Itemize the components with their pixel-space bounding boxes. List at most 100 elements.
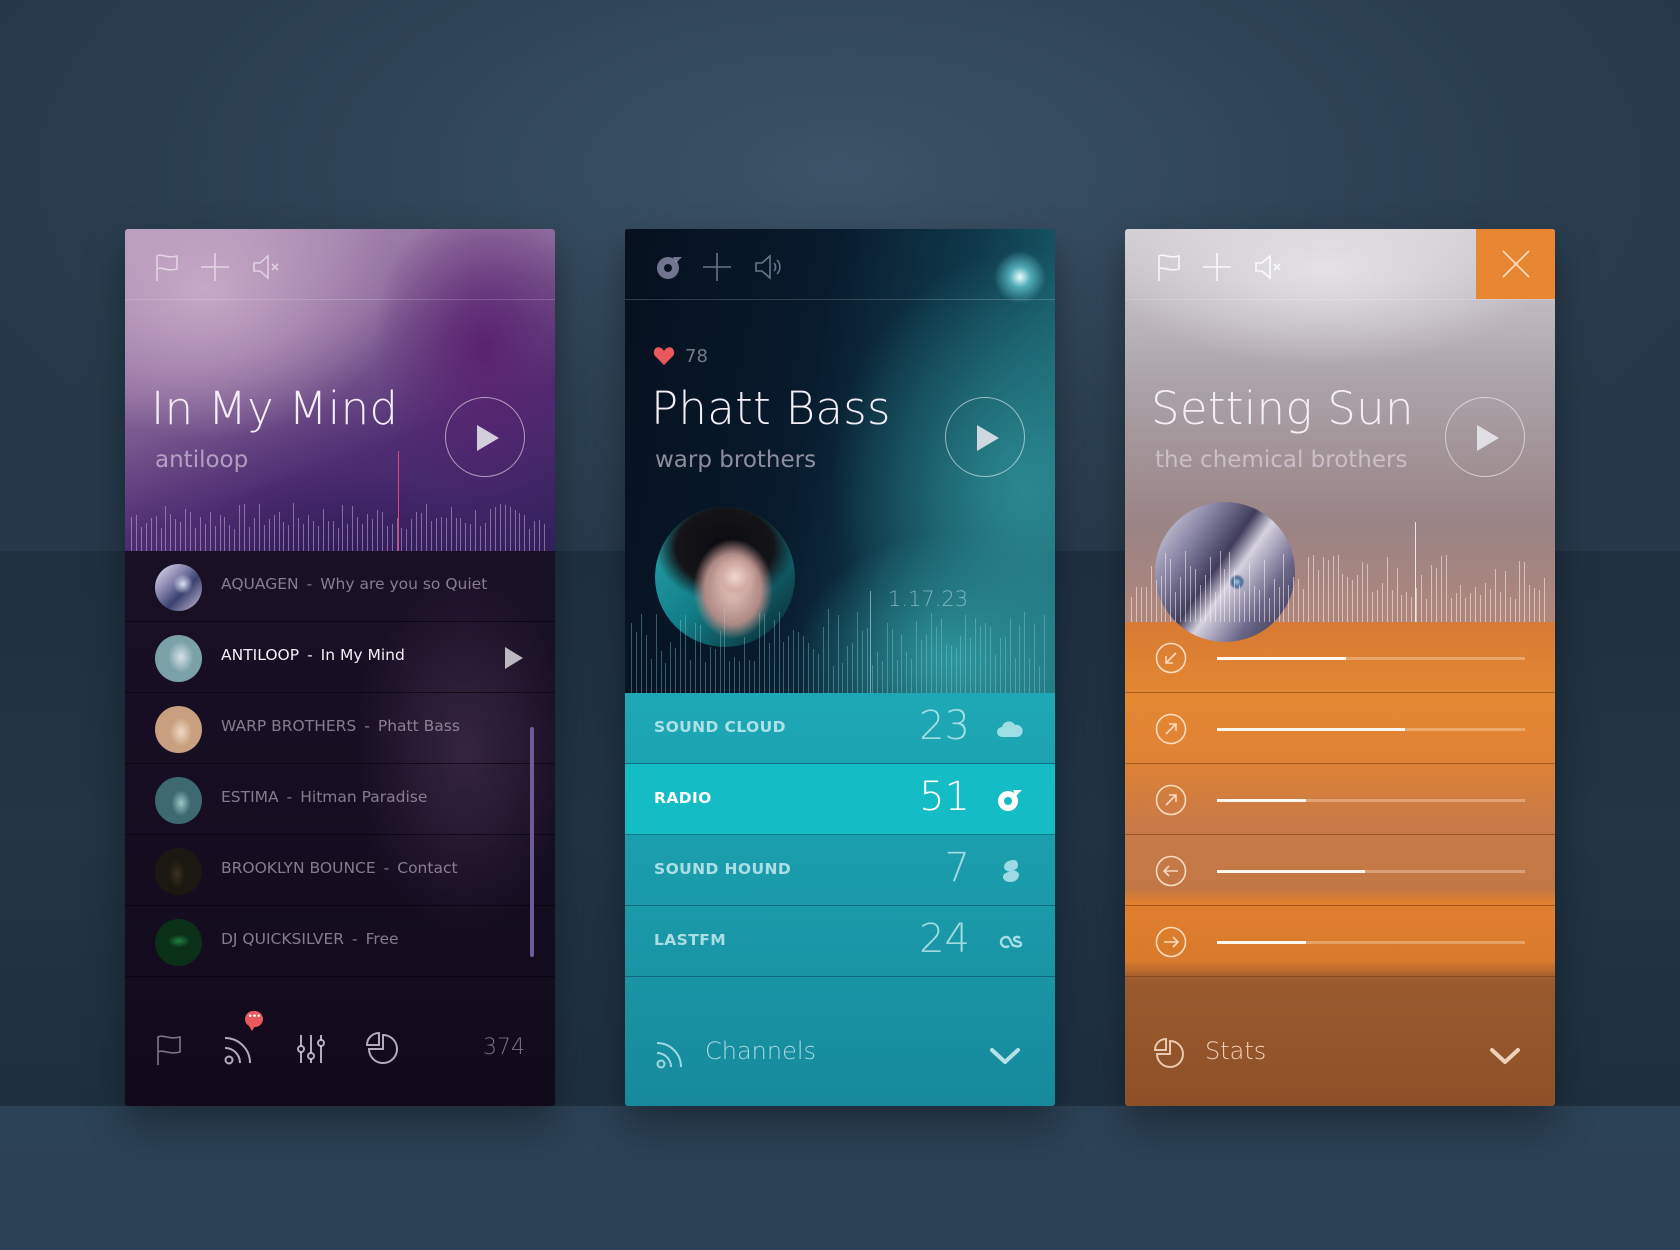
arrow-down-left-icon[interactable] <box>1155 642 1187 674</box>
equalizer-slider[interactable] <box>1217 941 1525 944</box>
playlist-item[interactable]: AQUAGEN - Why are you so Quiet <box>125 551 555 622</box>
arrow-up-right-icon[interactable] <box>1155 713 1187 745</box>
waveform-bar <box>1337 555 1339 622</box>
arrow-up-right-icon[interactable] <box>1155 784 1187 816</box>
track-name: DJ QUICKSILVER - Free <box>221 930 399 948</box>
play-icon <box>477 425 499 451</box>
heart-icon[interactable] <box>653 346 675 366</box>
playlist-item[interactable]: BROOKLYN BOUNCE - Contact <box>125 835 555 906</box>
waveform-bar <box>421 513 423 551</box>
play-button[interactable] <box>445 397 525 477</box>
plus-icon[interactable] <box>701 251 733 283</box>
plus-icon[interactable] <box>199 251 231 283</box>
waveform-bar <box>808 643 810 693</box>
track-title: In My Mind <box>151 382 399 435</box>
track-artist-name: ESTIMA <box>221 788 279 806</box>
playback-time: 1.17.23 <box>888 587 969 611</box>
flag-icon[interactable] <box>151 251 183 283</box>
mute-icon[interactable] <box>1253 251 1285 283</box>
waveform-bar <box>160 528 162 551</box>
waveform-bar <box>485 523 487 551</box>
source-item[interactable]: LASTFM 24 <box>625 906 1055 977</box>
waveform-bar <box>1170 559 1172 622</box>
play-icon[interactable] <box>505 647 523 669</box>
mute-icon[interactable] <box>251 251 283 283</box>
playhead-marker[interactable] <box>398 451 399 551</box>
volume-icon[interactable] <box>753 251 785 283</box>
card-header <box>1125 229 1555 299</box>
waveform-bar <box>1234 570 1236 622</box>
waveform-bar <box>670 642 672 693</box>
waveform-bar <box>832 666 834 693</box>
stats-footer[interactable]: Stats <box>1125 991 1555 1106</box>
slider-fill <box>1217 799 1307 802</box>
chevron-down-icon[interactable] <box>988 1041 1022 1071</box>
waveform-bar <box>450 507 452 551</box>
waveform-bar <box>749 660 751 693</box>
waveform-bar <box>1485 583 1487 622</box>
playlist-item[interactable]: DJ QUICKSILVER - Free <box>125 906 555 977</box>
waveform[interactable] <box>625 603 1055 693</box>
source-item[interactable]: SOUND HOUND 7 <box>625 835 1055 906</box>
slider-fill <box>1217 870 1365 873</box>
waveform-bar <box>783 642 785 693</box>
equalizer-icon[interactable] <box>293 1031 329 1067</box>
flag-icon[interactable] <box>1153 251 1185 283</box>
radio-icon[interactable] <box>653 251 685 283</box>
track-song-name: Free <box>365 930 399 948</box>
close-icon <box>1501 250 1530 278</box>
equalizer-slider[interactable] <box>1217 870 1525 873</box>
waveform-bar <box>376 510 378 551</box>
waveform-bar <box>744 637 746 693</box>
channels-footer[interactable]: Channels <box>625 991 1055 1106</box>
rss-icon[interactable] <box>221 1031 257 1067</box>
header-divider <box>125 299 555 300</box>
equalizer-row <box>1125 835 1555 906</box>
source-item[interactable]: SOUND CLOUD 23 <box>625 693 1055 764</box>
waveform-bar <box>660 651 662 693</box>
waveform-bar <box>1347 577 1349 622</box>
equalizer-slider[interactable] <box>1217 799 1525 802</box>
track-name: ESTIMA - Hitman Paradise <box>221 788 427 806</box>
waveform-bar <box>1219 551 1221 622</box>
waveform-bar <box>886 623 888 693</box>
stats-icon[interactable] <box>365 1031 401 1067</box>
play-button[interactable] <box>945 397 1025 477</box>
waveform-bar <box>1199 585 1201 622</box>
flag-icon[interactable] <box>151 1031 187 1067</box>
waveform-bar <box>253 518 255 551</box>
arrow-left-icon[interactable] <box>1155 855 1187 887</box>
source-label: SOUND HOUND <box>654 860 792 878</box>
waveform-bar <box>975 618 977 693</box>
waveform[interactable] <box>125 491 555 551</box>
track-avatar <box>155 777 202 824</box>
source-count: 23 <box>919 703 970 749</box>
waveform[interactable] <box>1125 547 1555 622</box>
playlist-scrollbar[interactable] <box>530 727 534 957</box>
play-button[interactable] <box>1445 397 1525 477</box>
stats-icon <box>1153 1037 1187 1071</box>
waveform-bar <box>534 521 536 551</box>
playlist-item[interactable]: ANTILOOP - In My Mind <box>125 622 555 693</box>
waveform-bar <box>332 521 334 551</box>
source-label: SOUND CLOUD <box>654 718 786 736</box>
waveform-bar <box>1514 599 1516 622</box>
equalizer-slider[interactable] <box>1217 728 1525 731</box>
plus-icon[interactable] <box>1201 251 1233 283</box>
waveform-bar <box>862 631 864 693</box>
close-button[interactable] <box>1476 229 1555 299</box>
playhead-marker[interactable] <box>870 591 871 693</box>
playlist-item[interactable]: ESTIMA - Hitman Paradise <box>125 764 555 835</box>
arrow-right-icon[interactable] <box>1155 926 1187 958</box>
chevron-down-icon[interactable] <box>1488 1041 1522 1071</box>
source-item[interactable]: RADIO 51 <box>625 764 1055 835</box>
waveform-bar <box>1534 588 1536 622</box>
equalizer-slider[interactable] <box>1217 657 1525 660</box>
player-card-phatt-bass: 78 Phatt Bass warp brothers 1.17.23 SOUN… <box>625 229 1055 1106</box>
playhead-marker[interactable] <box>1415 522 1416 622</box>
equalizer-row <box>1125 693 1555 764</box>
playlist-item[interactable]: WARP BROTHERS - Phatt Bass <box>125 693 555 764</box>
waveform-bar <box>308 515 310 551</box>
waveform-bar <box>273 515 275 551</box>
waveform-bar <box>847 646 849 693</box>
